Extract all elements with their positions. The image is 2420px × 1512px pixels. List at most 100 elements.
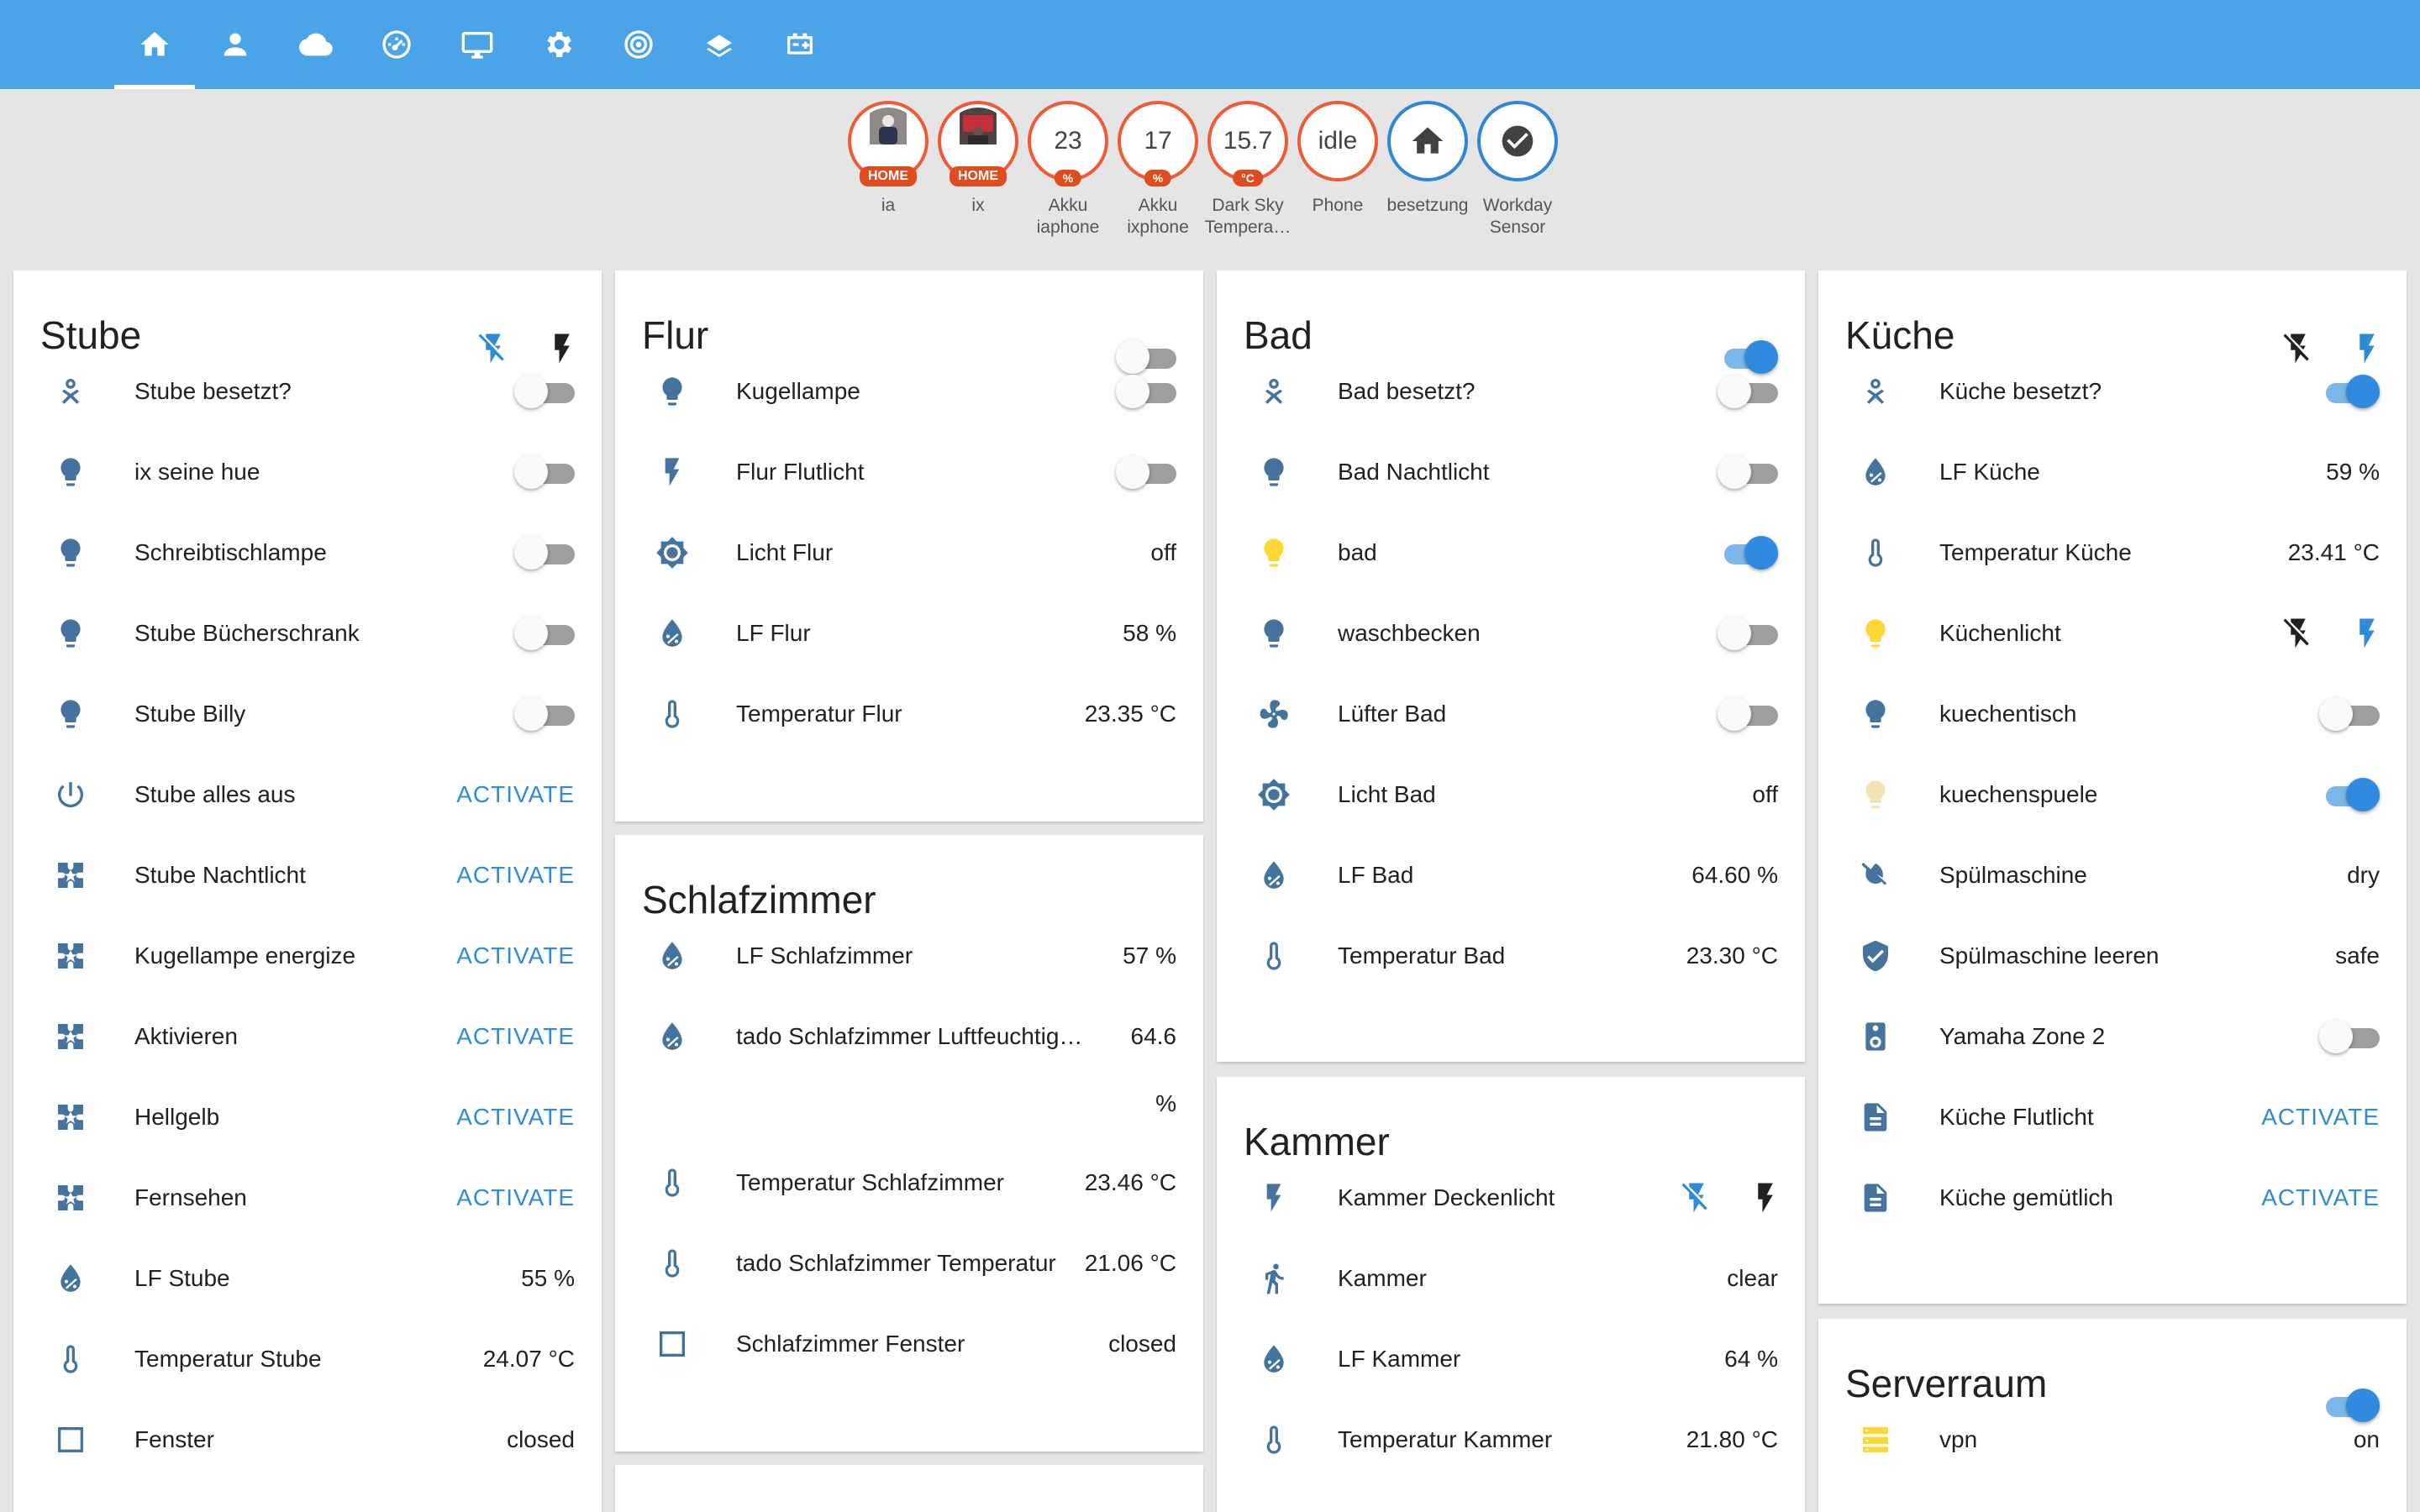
entity-state-unit: % (1155, 1090, 1176, 1116)
entity-row[interactable]: Temperatur Schlafzimmer 23.46 °C (615, 1142, 1203, 1223)
tab-cloud[interactable] (276, 0, 356, 89)
entity-row[interactable]: Bad besetzt? (1217, 351, 1805, 432)
entity-row[interactable]: waschbecken (1217, 593, 1805, 674)
entity-row[interactable]: Küche Flutlicht ACTIVATE (1818, 1077, 2407, 1158)
entity-row[interactable]: Küchenlicht (1818, 593, 2407, 674)
entity-row[interactable]: LF Schlafzimmer 57 % (615, 916, 1203, 996)
entity-row[interactable]: Stube alles aus ACTIVATE (13, 754, 602, 835)
entity-row[interactable]: kuechenspuele (1818, 754, 2407, 835)
entity-row[interactable]: Stube besetzt? (13, 351, 602, 432)
entity-row[interactable]: Stube Billy (13, 674, 602, 754)
entity-row[interactable]: Temperatur Flur 23.35 °C (615, 674, 1203, 754)
entity-row[interactable]: LF Stube 55 % (13, 1238, 602, 1319)
entity-toggle[interactable] (1718, 536, 1778, 570)
flash-icon[interactable] (1748, 1180, 1783, 1215)
entity-state: 59 % (2326, 459, 2380, 485)
entity-row[interactable]: Küche besetzt? (1818, 351, 2407, 432)
entity-row[interactable]: Küche gemütlich ACTIVATE (1818, 1158, 2407, 1238)
entity-row[interactable]: Kugellampe (615, 351, 1203, 432)
flash-off-icon[interactable] (2281, 616, 2316, 651)
badge[interactable]: 23% Akku iaphone (1024, 101, 1112, 239)
entity-row[interactable]: Hellgelb ACTIVATE (13, 1077, 602, 1158)
entity-toggle[interactable] (514, 375, 575, 408)
entity-row[interactable]: Fenster closed (13, 1399, 602, 1480)
entity-row[interactable]: tado Schlafzimmer Temperatur 21.06 °C (615, 1223, 1203, 1304)
entity-row[interactable]: Fernsehen ACTIVATE (13, 1158, 602, 1238)
activate-button[interactable]: ACTIVATE (2261, 1104, 2380, 1131)
entity-row[interactable]: Temperatur Stube 24.07 °C (13, 1319, 602, 1399)
entity-toggle[interactable] (2319, 697, 2380, 731)
entity-toggle[interactable] (1116, 375, 1176, 408)
entity-row[interactable]: kuechentisch (1818, 674, 2407, 754)
entity-toggle[interactable] (514, 536, 575, 570)
tab-battery[interactable] (760, 0, 840, 89)
badge[interactable]: Workday Sensor (1474, 101, 1561, 239)
entity-toggle[interactable] (1718, 697, 1778, 731)
entity-row[interactable]: Kammer clear (1217, 1238, 1805, 1319)
entity-name: Stube Nachtlicht (134, 862, 306, 888)
badge[interactable]: HOME ia (844, 101, 932, 217)
flash-off-icon[interactable] (1679, 1180, 1714, 1215)
entity-row[interactable]: ix seine hue (13, 432, 602, 512)
entity-row[interactable]: Schreibtischlampe (13, 512, 602, 593)
entity-row[interactable]: Lüfter Bad (1217, 674, 1805, 754)
flash-icon[interactable] (2349, 616, 2385, 651)
entity-toggle[interactable] (2319, 375, 2380, 408)
entity-row[interactable]: Spülmaschine leeren safe (1818, 916, 2407, 996)
scene-icon (54, 939, 87, 973)
badge[interactable]: besetzung (1384, 101, 1471, 217)
entity-row[interactable]: bad (1217, 512, 1805, 593)
tab-monitor[interactable] (437, 0, 518, 89)
tab-home[interactable] (114, 0, 195, 89)
badge[interactable]: 17% Akku ixphone (1114, 101, 1202, 239)
entity-row[interactable]: Temperatur Küche 23.41 °C (1818, 512, 2407, 593)
entity-row[interactable]: Aktivieren ACTIVATE (13, 996, 602, 1077)
entity-row[interactable]: LF Kammer 64 % (1217, 1319, 1805, 1399)
entity-row[interactable]: Schlafzimmer Fenster closed (615, 1304, 1203, 1384)
activate-button[interactable]: ACTIVATE (456, 862, 575, 889)
badge[interactable]: HOME ix (934, 101, 1022, 217)
entity-toggle[interactable] (514, 455, 575, 489)
entity-toggle[interactable] (1718, 617, 1778, 650)
entity-row[interactable]: Licht Flur off (615, 512, 1203, 593)
entity-toggle[interactable] (1718, 455, 1778, 489)
entity-row[interactable]: LF Flur 58 % (615, 593, 1203, 674)
entity-row[interactable]: Temperatur Kammer 21.80 °C (1217, 1399, 1805, 1480)
entity-row[interactable]: LF Küche 59 % (1818, 432, 2407, 512)
tab-settings[interactable] (518, 0, 598, 89)
entity-toggle[interactable] (514, 617, 575, 650)
entity-row[interactable]: Stube Bücherschrank (13, 593, 602, 674)
badge[interactable]: idle Phone (1294, 101, 1381, 217)
tab-layers[interactable] (679, 0, 760, 89)
activate-button[interactable]: ACTIVATE (456, 781, 575, 808)
activate-button[interactable]: ACTIVATE (456, 1184, 575, 1211)
entity-row[interactable]: Kammer Deckenlicht (1217, 1158, 1805, 1238)
entity-state: 23.46 °C (1084, 1169, 1176, 1195)
entity-toggle[interactable] (1718, 375, 1778, 408)
entity-row[interactable]: vpn on (1818, 1399, 2407, 1480)
entity-toggle[interactable] (2319, 1020, 2380, 1053)
tab-person[interactable] (195, 0, 276, 89)
activate-button[interactable]: ACTIVATE (2261, 1184, 2380, 1211)
entity-name: waschbecken (1338, 620, 1481, 646)
entity-row[interactable]: Spülmaschine dry (1818, 835, 2407, 916)
entity-row[interactable]: Stube Nachtlicht ACTIVATE (13, 835, 602, 916)
entity-toggle[interactable] (1116, 455, 1176, 489)
tab-target[interactable] (598, 0, 679, 89)
entity-toggle[interactable] (2319, 778, 2380, 811)
activate-button[interactable]: ACTIVATE (456, 1023, 575, 1050)
badge[interactable]: 15.7 °C Dark Sky Tempera… (1204, 101, 1292, 239)
entity-row[interactable]: Bad Nachtlicht (1217, 432, 1805, 512)
activate-button[interactable]: ACTIVATE (456, 942, 575, 969)
entity-row[interactable]: LF Bad 64.60 % (1217, 835, 1805, 916)
home-icon (1412, 127, 1444, 154)
entity-row[interactable]: Licht Bad off (1217, 754, 1805, 835)
entity-row[interactable]: Yamaha Zone 2 (1818, 996, 2407, 1077)
entity-row[interactable]: Flur Flutlicht (615, 432, 1203, 512)
entity-row[interactable]: tado Schlafzimmer Luftfeuchtig… 64.6% (615, 996, 1203, 1142)
entity-row[interactable]: Kugellampe energize ACTIVATE (13, 916, 602, 996)
entity-toggle[interactable] (514, 697, 575, 731)
tab-gauge[interactable] (356, 0, 437, 89)
activate-button[interactable]: ACTIVATE (456, 1104, 575, 1131)
entity-row[interactable]: Temperatur Bad 23.30 °C (1217, 916, 1805, 996)
